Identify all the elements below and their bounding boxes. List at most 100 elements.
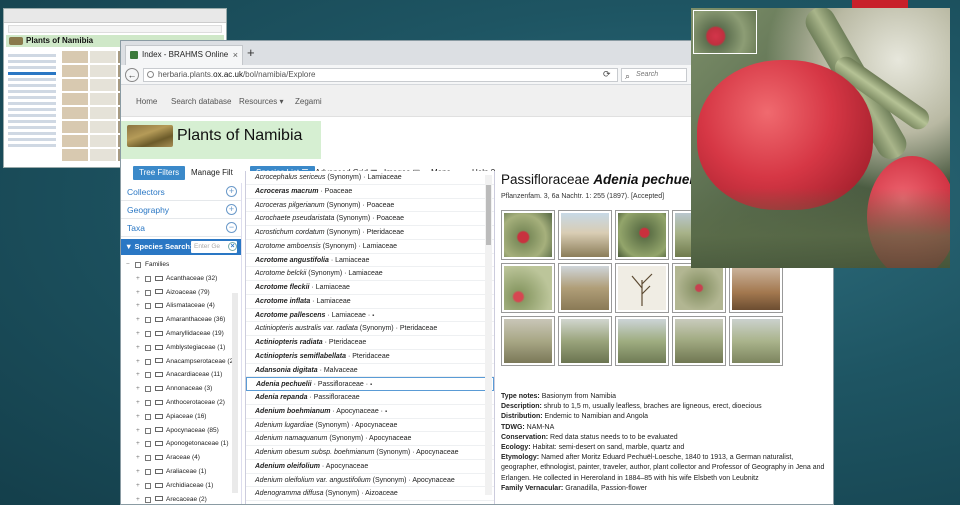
nav-zegami[interactable]: Zegami — [295, 97, 322, 106]
species-photo-thumbnail[interactable] — [615, 316, 669, 366]
expand-icon[interactable]: + — [136, 341, 140, 355]
tree-family-item[interactable]: + Anacampserotaceae (2) — [121, 355, 241, 369]
expand-icon[interactable]: + — [136, 493, 140, 504]
species-list-item[interactable]: Adenium oleifolium var. angustifolium (S… — [246, 474, 494, 488]
species-list-item[interactable]: Adenia repanda · Passifloraceae — [246, 391, 494, 405]
species-list-item[interactable]: Actiniopteris radiata · Pteridaceae — [246, 336, 494, 350]
address-bar[interactable]: herbaria.plants.ox.ac.uk/bol/namibia/Exp… — [143, 68, 618, 82]
species-list-item[interactable]: Acrochaete pseudaristata (Synonym) · Poa… — [246, 212, 494, 226]
tree-checkbox[interactable] — [145, 413, 151, 420]
species-list-item[interactable]: Acroceras macrum · Poaceae — [246, 185, 494, 199]
tree-checkbox[interactable] — [145, 330, 151, 337]
expand-icon[interactable]: + — [136, 286, 140, 300]
collapse-minus-icon[interactable]: − — [226, 222, 237, 233]
tree-checkbox[interactable] — [145, 275, 151, 282]
species-list-item[interactable]: Adenium obesum subsp. boehmianum (Synony… — [246, 446, 494, 460]
expand-icon[interactable]: + — [136, 465, 140, 479]
species-list-item[interactable]: Actiniopteris australis var. radiata (Sy… — [246, 322, 494, 336]
tree-checkbox[interactable] — [135, 262, 141, 268]
filter-scrollbar[interactable] — [232, 293, 238, 493]
expand-icon[interactable]: + — [136, 313, 140, 327]
tree-checkbox[interactable] — [145, 372, 151, 379]
expand-icon[interactable]: + — [136, 396, 140, 410]
tree-family-item[interactable]: + Araliaceae (1) — [121, 465, 241, 479]
species-list-item[interactable]: Adenium namaquanum (Synonym) · Apocynace… — [246, 432, 494, 446]
tree-checkbox[interactable] — [145, 496, 151, 503]
species-list-item[interactable]: Acrotome pallescens · Lamiaceae · ▪ — [246, 309, 494, 323]
tree-checkbox[interactable] — [145, 427, 151, 434]
species-list-item[interactable]: Adenium oleifolium · Apocynaceae — [246, 460, 494, 474]
expand-icon[interactable]: + — [136, 410, 140, 424]
species-photo-thumbnail[interactable] — [558, 210, 612, 260]
new-tab-icon[interactable]: + — [247, 45, 255, 60]
species-list-item[interactable]: Acrostichum cordatum (Synonym) · Pterida… — [246, 226, 494, 240]
tree-family-item[interactable]: + Archidiaceae (1) — [121, 479, 241, 493]
tree-checkbox[interactable] — [145, 303, 151, 310]
tree-checkbox[interactable] — [145, 441, 151, 448]
tree-family-item[interactable]: + Anacardiaceae (11) — [121, 368, 241, 382]
tree-family-item[interactable]: + Annonaceae (3) — [121, 382, 241, 396]
tree-checkbox[interactable] — [145, 468, 151, 475]
expand-icon[interactable]: + — [136, 479, 140, 493]
expand-icon[interactable]: + — [136, 451, 140, 465]
expand-icon[interactable]: + — [136, 299, 140, 313]
nav-home[interactable]: Home — [136, 97, 157, 106]
species-list-item[interactable]: Acrotome inflata · Lamiaceae — [246, 295, 494, 309]
tree-family-item[interactable]: + Apocynaceae (85) — [121, 424, 241, 438]
species-list-item[interactable]: Adenogramma diffusa (Synonym) · Aizoacea… — [246, 487, 494, 501]
tree-family-item[interactable]: + Amaranthaceae (36) — [121, 313, 241, 327]
species-photo-thumbnail[interactable] — [558, 316, 612, 366]
species-photo-thumbnail[interactable] — [672, 263, 726, 313]
tree-family-item[interactable]: + Acanthaceae (32) — [121, 272, 241, 286]
species-list-item[interactable]: Acrotome belckii (Synonym) · Lamiaceae — [246, 267, 494, 281]
tree-checkbox[interactable] — [145, 289, 151, 296]
species-list-item[interactable]: Adenium boehmianum · Apocynaceae · ▪ — [246, 405, 494, 419]
tree-checkbox[interactable] — [145, 386, 151, 393]
species-photo-thumbnail[interactable] — [501, 210, 555, 260]
species-list-scrollbar[interactable] — [485, 175, 492, 495]
expand-icon[interactable]: + — [136, 424, 140, 438]
species-photo-thumbnail[interactable] — [501, 263, 555, 313]
species-photo-thumbnail[interactable] — [672, 316, 726, 366]
tree-checkbox[interactable] — [145, 317, 151, 324]
taxa-filter[interactable]: Taxa − — [121, 219, 241, 237]
back-arrow-icon[interactable]: ← — [125, 68, 139, 82]
species-list-item[interactable]: Acrotome angustifolia · Lamiaceae — [246, 254, 494, 268]
species-list-item[interactable]: Acrocephalus sericeus (Synonym) · Lamiac… — [246, 171, 494, 185]
clear-search-icon[interactable]: × — [228, 242, 237, 251]
tree-family-item[interactable]: + Amaryllidaceae (19) — [121, 327, 241, 341]
species-list-item[interactable]: Acroceras pilgerianum (Synonym) · Poacea… — [246, 199, 494, 213]
tree-family-item[interactable]: + Aponogetonaceae (1) — [121, 437, 241, 451]
tree-family-item[interactable]: + Amblystegiaceae (1) — [121, 341, 241, 355]
species-photo-thumbnail[interactable] — [501, 316, 555, 366]
species-list-item[interactable]: Acrotome fleckii · Lamiaceae — [246, 281, 494, 295]
manage-filters-button[interactable]: Manage Filt — [191, 168, 233, 177]
expand-icon[interactable]: + — [136, 355, 140, 369]
collapse-icon[interactable]: − — [126, 258, 130, 272]
tree-filters-button[interactable]: Tree Filters — [133, 166, 186, 180]
tree-family-item[interactable]: + Alismataceae (4) — [121, 299, 241, 313]
expand-plus-icon[interactable]: + — [226, 204, 237, 215]
tree-family-item[interactable]: + Anthocerotaceae (2) — [121, 396, 241, 410]
collectors-filter[interactable]: Collectors + — [121, 183, 241, 201]
expand-icon[interactable]: + — [136, 437, 140, 451]
expand-icon[interactable]: + — [136, 382, 140, 396]
reload-icon[interactable]: ⟳ — [603, 69, 611, 80]
browser-search-box[interactable]: ⌕ Search — [621, 68, 687, 82]
species-list-item[interactable]: Actiniopteris semiflabellata · Pteridace… — [246, 350, 494, 364]
close-tab-icon[interactable]: × — [233, 46, 238, 64]
species-photo-thumbnail[interactable] — [558, 263, 612, 313]
expand-icon[interactable]: + — [136, 272, 140, 286]
tree-checkbox[interactable] — [145, 482, 151, 489]
species-list-item[interactable]: Acrotome amboensis (Synonym) · Lamiaceae — [246, 240, 494, 254]
nav-resources[interactable]: Resources ▾ — [239, 97, 283, 106]
nav-search-database[interactable]: Search database — [171, 97, 232, 106]
species-list-item[interactable]: Adansonia digitata · Malvaceae — [246, 364, 494, 378]
species-photo-thumbnail[interactable] — [615, 263, 669, 313]
species-list-item[interactable]: Adenium lugardiae (Synonym) · Apocynacea… — [246, 419, 494, 433]
species-photo-thumbnail[interactable] — [729, 316, 783, 366]
species-photo-thumbnail[interactable] — [729, 263, 783, 313]
tree-family-item[interactable]: + Aizoaceae (79) — [121, 286, 241, 300]
browser-tab[interactable]: Index - BRAHMS Online × — [125, 45, 243, 65]
tree-checkbox[interactable] — [145, 455, 151, 462]
